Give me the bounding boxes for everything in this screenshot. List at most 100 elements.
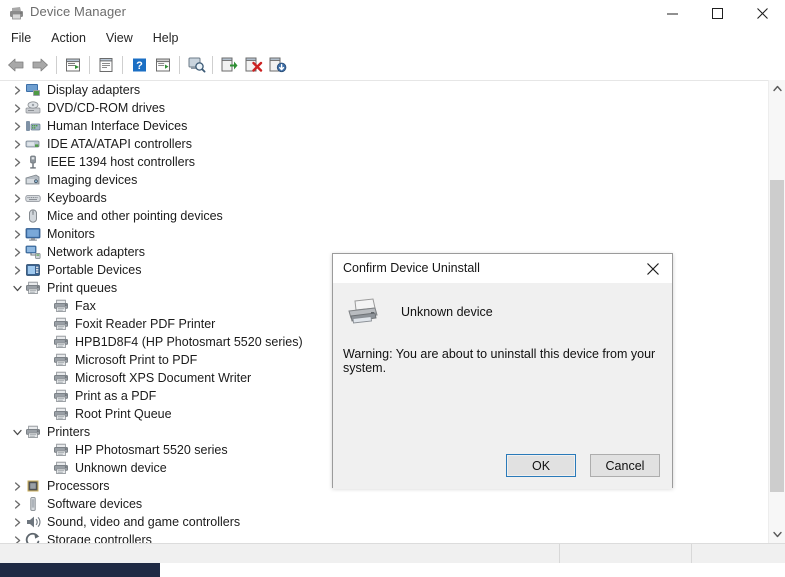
dialog-close-button[interactable] [634,254,672,283]
tree-item-label: HPB1D8F4 (HP Photosmart 5520 series) [75,335,303,349]
display-adapter-icon [24,81,42,99]
dialog-body: Unknown device Warning: You are about to… [333,283,672,489]
tree-item-storage-controllers[interactable]: Storage controllers [0,531,760,543]
show-hidden-devices-icon[interactable] [61,53,85,76]
scroll-down-button[interactable] [769,526,785,543]
tree-item-label: Display adapters [47,83,141,97]
tree-item-dvd-cd-rom-drives[interactable]: DVD/CD-ROM drives [0,99,760,117]
mouse-icon [24,207,42,225]
chevron-right-icon[interactable] [10,225,24,243]
chevron-right-icon[interactable] [10,495,24,513]
chevron-right-icon[interactable] [10,261,24,279]
tree-item-mice-and-other-pointing-devices[interactable]: Mice and other pointing devices [0,207,760,225]
tree-item-label: Root Print Queue [75,407,172,421]
update-driver-icon[interactable] [217,53,241,76]
chevron-right-icon[interactable] [10,117,24,135]
ok-button[interactable]: OK [506,454,576,477]
menu-help[interactable]: Help [144,28,188,48]
properties-icon[interactable] [94,53,118,76]
menu-file[interactable]: File [2,28,40,48]
hid-icon [24,117,42,135]
toolbar-separator [122,55,123,74]
search-device-icon[interactable] [184,53,208,76]
tree-item-display-adapters[interactable]: Display adapters [0,81,760,99]
chevron-right-icon[interactable] [10,531,24,543]
tree-item-label: Human Interface Devices [47,119,188,133]
chevron-right-icon[interactable] [10,135,24,153]
storage-controller-icon [24,531,42,543]
statusbar [0,543,785,563]
camera-icon [24,171,42,189]
tree-item-imaging-devices[interactable]: Imaging devices [0,171,760,189]
printer-icon [52,369,70,387]
chevron-right-icon[interactable] [10,477,24,495]
dialog-device-name: Unknown device [401,305,493,319]
install-legacy-hardware-icon[interactable] [265,53,289,76]
chevron-right-icon[interactable] [10,189,24,207]
chevron-down-icon[interactable] [10,279,24,297]
tree-item-human-interface-devices[interactable]: Human Interface Devices [0,117,760,135]
menu-view[interactable]: View [97,28,142,48]
ide-controller-icon [24,135,42,153]
tree-item-label: Network adapters [47,245,145,259]
chevron-right-icon[interactable] [10,171,24,189]
tree-item-label: Storage controllers [47,533,152,543]
printer-icon [8,5,25,21]
portable-device-icon [24,261,42,279]
vertical-scrollbar[interactable] [768,80,785,543]
printer-icon [24,423,42,441]
tree-item-label: Print queues [47,281,118,295]
tree-item-label: Fax [75,299,96,313]
toolbar-separator [179,55,180,74]
chevron-right-icon[interactable] [10,99,24,117]
back-icon[interactable] [4,53,28,76]
help-icon[interactable]: ? [127,53,151,76]
chevron-right-icon[interactable] [10,207,24,225]
tree-item-label: Software devices [47,497,143,511]
tree-item-keyboards[interactable]: Keyboards [0,189,760,207]
dialog-device-row: Unknown device [343,295,493,329]
optical-drive-icon [24,99,42,117]
cancel-button[interactable]: Cancel [590,454,660,477]
chevron-right-icon[interactable] [10,513,24,531]
tree-item-sound-video-and-game-controllers[interactable]: Sound, video and game controllers [0,513,760,531]
printer-icon [52,351,70,369]
statusbar-pane-3 [692,544,785,563]
chevron-right-icon[interactable] [10,243,24,261]
tree-item-label: Sound, video and game controllers [47,515,241,529]
dialog-titlebar: Confirm Device Uninstall [333,254,672,283]
scrollbar-thumb[interactable] [770,180,784,492]
printer-icon [52,297,70,315]
uninstall-device-icon[interactable] [241,53,265,76]
scan-for-hardware-changes-icon[interactable] [151,53,175,76]
dialog-title: Confirm Device Uninstall [343,261,480,275]
tree-item-software-devices[interactable]: Software devices [0,495,760,513]
menu-action[interactable]: Action [42,28,95,48]
close-button[interactable] [740,0,785,26]
minimize-button[interactable] [650,0,695,26]
window-titlebar: Device Manager [0,0,785,26]
tree-item-ide-ata-atapi-controllers[interactable]: IDE ATA/ATAPI controllers [0,135,760,153]
tree-item-label: Unknown device [75,461,167,475]
tree-item-monitors[interactable]: Monitors [0,225,760,243]
forward-icon[interactable] [28,53,52,76]
monitor-icon [24,225,42,243]
maximize-button[interactable] [695,0,740,26]
scroll-up-button[interactable] [769,80,785,97]
chevron-down-icon[interactable] [10,423,24,441]
tree-item-ieee-1394-host-controllers[interactable]: IEEE 1394 host controllers [0,153,760,171]
chevron-right-icon[interactable] [10,81,24,99]
printer-icon [24,279,42,297]
screen: Device Manager File Action View Help ? D… [0,0,785,577]
toolbar-separator [56,55,57,74]
chevron-right-icon[interactable] [10,153,24,171]
network-icon [24,243,42,261]
printer-icon [52,459,70,477]
firewire-icon [24,153,42,171]
